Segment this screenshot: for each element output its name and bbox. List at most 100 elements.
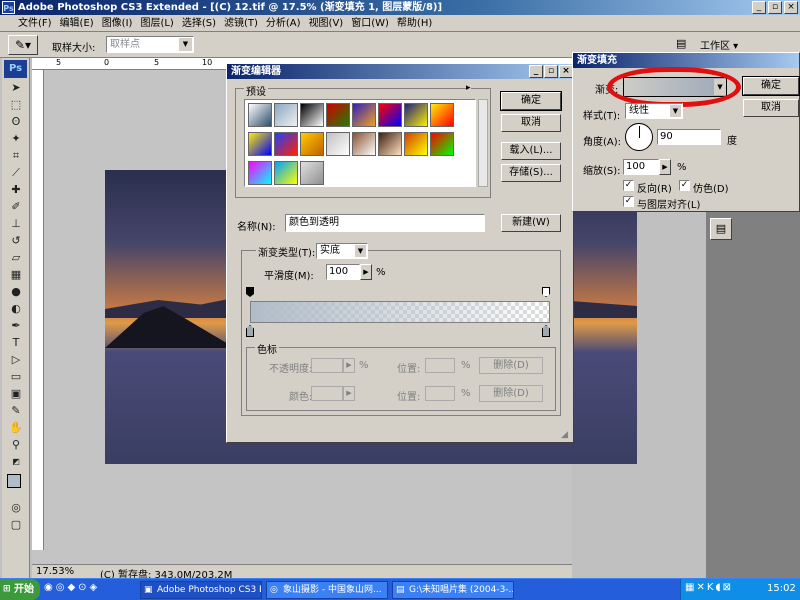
- marquee-tool-icon[interactable]: ⬚: [4, 97, 28, 113]
- pen-tool-icon[interactable]: ✒: [4, 318, 28, 334]
- slice-tool-icon[interactable]: ⟋: [4, 165, 28, 181]
- lasso-tool-icon[interactable]: ʘ: [4, 114, 28, 130]
- menu-select[interactable]: 选择(S): [178, 15, 220, 32]
- taskbar-item-photoshop[interactable]: ▣ Adobe Photoshop CS3 E...: [140, 581, 262, 599]
- move-tool-icon[interactable]: ➤: [4, 80, 28, 96]
- gradient-preview-bar[interactable]: [250, 301, 550, 323]
- color-stop-right[interactable]: [542, 325, 550, 337]
- gradient-name-input[interactable]: 颜色到透明: [285, 214, 485, 232]
- tray-icons[interactable]: ▦✕K◖⊠: [685, 582, 733, 593]
- angle-input[interactable]: 90: [657, 129, 721, 145]
- opacity-arrow-icon[interactable]: ▶: [343, 358, 355, 373]
- gradient-fill-ok-button[interactable]: 确定: [742, 76, 800, 96]
- quick-mask-icon[interactable]: ◎: [4, 500, 28, 516]
- blur-tool-icon[interactable]: ●: [4, 284, 28, 300]
- zoom-level[interactable]: 17.53%: [36, 566, 74, 577]
- healing-brush-tool-icon[interactable]: ✚: [4, 182, 28, 198]
- gradient-preset-swatch[interactable]: [248, 132, 272, 156]
- gradient-preset-swatch[interactable]: [274, 103, 298, 127]
- shape-tool-icon[interactable]: ▭: [4, 369, 28, 385]
- history-brush-tool-icon[interactable]: ↺: [4, 233, 28, 249]
- opacity-position-input[interactable]: [425, 358, 455, 373]
- gradient-preset-swatch[interactable]: [300, 132, 324, 156]
- eraser-tool-icon[interactable]: ▱: [4, 250, 28, 266]
- brush-tool-icon[interactable]: ✐: [4, 199, 28, 215]
- menu-filter[interactable]: 滤镜(T): [220, 15, 262, 32]
- panel-icon[interactable]: ▤: [710, 218, 732, 240]
- delete-color-stop-button[interactable]: 删除(D): [479, 385, 543, 402]
- notes-tool-icon[interactable]: ▣: [4, 386, 28, 402]
- gradient-preset-swatch[interactable]: [300, 161, 324, 185]
- presets-scrollbar[interactable]: [478, 99, 488, 187]
- gradient-preset-swatch[interactable]: [404, 132, 428, 156]
- menu-edit[interactable]: 编辑(E): [56, 15, 98, 32]
- gradient-type-select[interactable]: 实底 ▼: [316, 243, 368, 259]
- hand-tool-icon[interactable]: ✋: [4, 420, 28, 436]
- taskbar-item-browser[interactable]: ◎ 象山摄影 - 中国象山网...: [266, 581, 388, 599]
- gradient-preset-swatch[interactable]: [404, 103, 428, 127]
- gradient-preset-swatch[interactable]: [378, 132, 402, 156]
- menu-window[interactable]: 窗口(W): [347, 15, 393, 32]
- path-selection-tool-icon[interactable]: ▷: [4, 352, 28, 368]
- opacity-stop-right[interactable]: [542, 287, 550, 297]
- quick-launch-icons[interactable]: ◉◎◆⊙◈: [44, 582, 134, 598]
- scale-input[interactable]: 100: [623, 159, 659, 175]
- foreground-color-swatch[interactable]: [7, 474, 21, 488]
- crop-tool-icon[interactable]: ⌗: [4, 148, 28, 164]
- opacity-stop-left[interactable]: [246, 287, 254, 297]
- gradient-preset-swatch[interactable]: [326, 132, 350, 156]
- color-swatches[interactable]: [4, 472, 27, 498]
- color-position-input[interactable]: [425, 386, 455, 401]
- minimize-button[interactable]: _: [752, 1, 766, 14]
- gradient-preset-swatch[interactable]: [248, 161, 272, 185]
- gradient-preset-swatch[interactable]: [430, 132, 454, 156]
- menu-image[interactable]: 图像(I): [98, 15, 137, 32]
- menu-analysis[interactable]: 分析(A): [262, 15, 305, 32]
- default-colors-icon[interactable]: ◩: [4, 454, 28, 470]
- align-checkbox[interactable]: ✓: [623, 196, 634, 207]
- gradient-editor-cancel-button[interactable]: 取消: [501, 114, 561, 132]
- clone-stamp-tool-icon[interactable]: ⊥: [4, 216, 28, 232]
- bridge-icon[interactable]: ▤: [676, 37, 692, 51]
- gradient-preset-swatch[interactable]: [300, 103, 324, 127]
- save-button[interactable]: 存储(S)...: [501, 164, 561, 182]
- gradient-tool-icon[interactable]: ▦: [4, 267, 28, 283]
- zoom-tool-icon[interactable]: ⚲: [4, 437, 28, 453]
- menu-layer[interactable]: 图层(L): [136, 15, 177, 32]
- menu-file[interactable]: 文件(F): [0, 15, 56, 32]
- gradient-preset-swatch[interactable]: [352, 132, 376, 156]
- style-select[interactable]: 线性 ▼: [625, 103, 683, 119]
- gradient-preset-swatch[interactable]: [274, 161, 298, 185]
- color-arrow-icon[interactable]: ▶: [343, 386, 355, 401]
- scale-arrow-icon[interactable]: ▶: [659, 159, 671, 175]
- magic-wand-tool-icon[interactable]: ✦: [4, 131, 28, 147]
- gradient-fill-cancel-button[interactable]: 取消: [743, 99, 799, 117]
- screen-mode-icon[interactable]: ▢: [4, 517, 28, 533]
- gradient-preset-swatch[interactable]: [274, 132, 298, 156]
- angle-dial[interactable]: [625, 123, 653, 151]
- gradient-preset-swatch[interactable]: [352, 103, 376, 127]
- taskbar-item-folder[interactable]: ▤ G:\未知唱片集 (2004-3-...: [392, 581, 514, 599]
- load-button[interactable]: 载入(L)...: [501, 142, 561, 160]
- resize-grip-icon[interactable]: ◢: [561, 430, 573, 442]
- gradient-preset-swatch[interactable]: [248, 103, 272, 127]
- dodge-tool-icon[interactable]: ◐: [4, 301, 28, 317]
- dither-checkbox[interactable]: ✓: [679, 180, 690, 191]
- stop-color-swatch[interactable]: [311, 386, 343, 401]
- gradient-preset-swatch[interactable]: [430, 103, 454, 127]
- smoothness-input[interactable]: 100: [326, 264, 360, 280]
- type-tool-icon[interactable]: T: [4, 335, 28, 351]
- gradient-editor-ok-button[interactable]: 确定: [500, 91, 562, 111]
- gradient-preset-swatch[interactable]: [378, 103, 402, 127]
- maximize-button[interactable]: ▫: [544, 65, 558, 78]
- close-button[interactable]: ×: [784, 1, 798, 14]
- reverse-checkbox[interactable]: ✓: [623, 180, 634, 191]
- maximize-button[interactable]: ▫: [768, 1, 782, 14]
- close-button[interactable]: ×: [559, 65, 573, 78]
- minimize-button[interactable]: _: [529, 65, 543, 78]
- gradient-preset-swatch[interactable]: [326, 103, 350, 127]
- menu-view[interactable]: 视图(V): [305, 15, 348, 32]
- eyedropper-tool-preset-icon[interactable]: ✎▾: [8, 35, 38, 55]
- menu-help[interactable]: 帮助(H): [393, 15, 436, 32]
- delete-opacity-stop-button[interactable]: 删除(D): [479, 357, 543, 374]
